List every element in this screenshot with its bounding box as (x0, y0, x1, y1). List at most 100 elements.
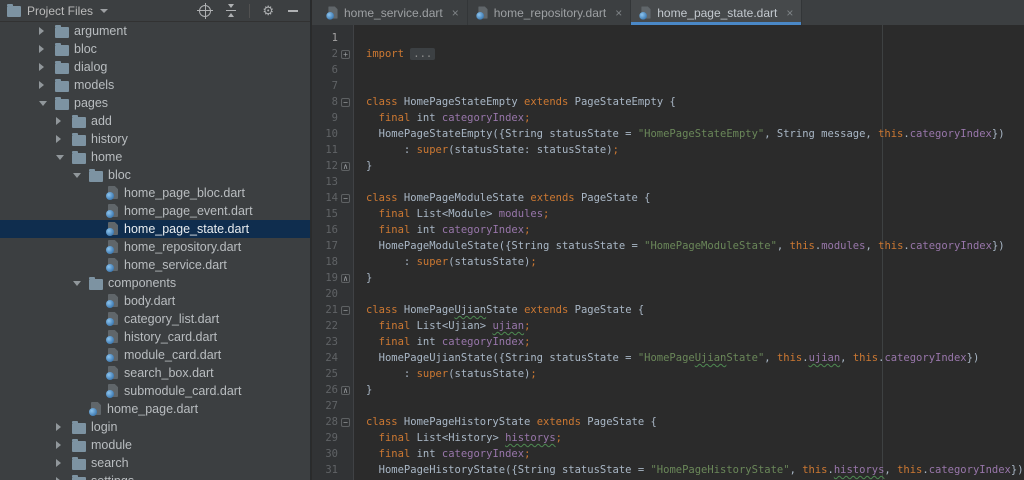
line-number: 30 (325, 448, 338, 460)
editor-tab-home_repository-dart[interactable]: home_repository.dart × (468, 0, 632, 25)
tree-item-home_page_event-dart[interactable]: home_page_event.dart (0, 202, 310, 220)
code-token: (statusState) (448, 368, 531, 380)
tree-item-module[interactable]: module (0, 436, 310, 454)
chevron-collapsed-icon[interactable] (39, 81, 44, 89)
tree-item-label: home_page_state.dart (124, 222, 250, 236)
fold-marker[interactable]: − (341, 97, 350, 107)
code-token: this (897, 464, 923, 476)
code-token: extends (530, 192, 575, 204)
chevron-expanded-icon[interactable] (73, 172, 81, 178)
dart-file-icon (106, 294, 119, 308)
line-number: 9 (331, 112, 338, 124)
fold-marker[interactable]: − (341, 193, 350, 203)
code-token: Ujian (454, 304, 487, 316)
tree-item-history_card-dart[interactable]: history_card.dart (0, 328, 310, 346)
tree-item-search_box-dart[interactable]: search_box.dart (0, 364, 310, 382)
tree-item-home[interactable]: home (0, 148, 310, 166)
chevron-collapsed-icon[interactable] (39, 45, 44, 53)
chevron-collapsed-icon[interactable] (39, 63, 44, 71)
tree-item-label: submodule_card.dart (124, 384, 242, 398)
tree-item-module_card-dart[interactable]: module_card.dart (0, 346, 310, 364)
tree-item-home_repository-dart[interactable]: home_repository.dart (0, 238, 310, 256)
locate-icon[interactable] (197, 2, 214, 19)
fold-marker[interactable]: ∧ (341, 161, 350, 171)
tree-item-label: argument (74, 24, 127, 38)
chevron-expanded-icon[interactable] (56, 154, 64, 160)
tree-item-history[interactable]: history (0, 130, 310, 148)
fold-marker[interactable]: ∧ (341, 385, 350, 395)
tree-item-category_list-dart[interactable]: category_list.dart (0, 310, 310, 328)
editor-tab-home_page_state-dart[interactable]: home_page_state.dart × (631, 0, 803, 25)
tree-item-home_page-dart[interactable]: home_page.dart (0, 400, 310, 418)
line-number: 29 (325, 432, 338, 444)
tree-item-add[interactable]: add (0, 112, 310, 130)
folder-icon (7, 4, 21, 17)
chevron-collapsed-icon[interactable] (56, 117, 61, 125)
tree-item-models[interactable]: models (0, 76, 310, 94)
tree-item-settings[interactable]: settings (0, 472, 310, 480)
chevron-collapsed-icon[interactable] (56, 423, 61, 431)
tree-item-home_page_bloc-dart[interactable]: home_page_bloc.dart (0, 184, 310, 202)
tree-item-pages[interactable]: pages (0, 94, 310, 112)
fold-marker[interactable]: + (341, 49, 350, 59)
code-token: , String message, (764, 128, 879, 140)
expand-slot (39, 100, 55, 106)
chevron-collapsed-icon[interactable] (56, 135, 61, 143)
gutter-row: 30 (312, 446, 353, 462)
code-editor[interactable]: 1 2 +6 7 8−9 10 11 12 ∧ 13 14−15 16 17 18 19 ∧ 20 21−22 23… (312, 25, 1024, 480)
chevron-collapsed-icon[interactable] (56, 459, 61, 467)
tree-item-submodule_card-dart[interactable]: submodule_card.dart (0, 382, 310, 400)
code-token: int (410, 224, 442, 236)
tree-item-home_page_state-dart[interactable]: home_page_state.dart (0, 220, 310, 238)
code-token: int (410, 336, 442, 348)
tree-item-search[interactable]: search (0, 454, 310, 472)
code-line: : super(statusState: statusState); (366, 142, 1024, 158)
close-icon[interactable]: × (452, 7, 459, 19)
code-token: final (378, 448, 411, 460)
chevron-collapsed-icon[interactable] (39, 27, 44, 35)
dart-file-icon (106, 366, 119, 380)
tree-item-label: settings (91, 474, 134, 480)
gutter-row: 13 (312, 174, 353, 190)
fold-marker[interactable]: − (341, 305, 350, 315)
tree-item-argument[interactable]: argument (0, 22, 310, 40)
code-token: ujian (492, 320, 525, 332)
gutter-row: 25 (312, 366, 353, 382)
hide-panel-icon[interactable] (288, 9, 298, 12)
close-icon[interactable]: × (615, 7, 622, 19)
code-token: ; (524, 448, 531, 460)
folder-icon (55, 24, 69, 38)
expand-slot (56, 423, 72, 431)
code-token: HomePageStateEmpty (397, 96, 525, 108)
folder-icon (72, 456, 86, 470)
tree-item-dialog[interactable]: dialog (0, 58, 310, 76)
collapse-all-icon[interactable] (225, 4, 237, 17)
tree-item-components[interactable]: components (0, 274, 310, 292)
tree-item-login[interactable]: login (0, 418, 310, 436)
tree-item-bloc[interactable]: bloc (0, 166, 310, 184)
code-token: PageStateEmpty { (568, 96, 676, 108)
chevron-down-icon[interactable] (100, 8, 109, 13)
line-number: 24 (325, 352, 338, 364)
project-view-title[interactable]: Project Files (27, 4, 93, 18)
chevron-expanded-icon[interactable] (39, 100, 47, 106)
code-area[interactable]: import ... class HomePageStateEmpty exten… (354, 25, 1024, 480)
chevron-collapsed-icon[interactable] (56, 441, 61, 449)
expand-slot (56, 441, 72, 449)
editor-tab-home_service-dart[interactable]: home_service.dart × (318, 0, 468, 25)
fold-marker[interactable]: ∧ (341, 273, 350, 283)
tree-item-body-dart[interactable]: body.dart (0, 292, 310, 310)
tree-item-label: search (91, 456, 129, 470)
line-number: 27 (325, 400, 338, 412)
code-token: categoryIndex (909, 128, 992, 140)
tree-item-bloc[interactable]: bloc (0, 40, 310, 58)
code-token: categoryIndex (884, 352, 967, 364)
fold-marker[interactable]: − (341, 417, 350, 427)
close-icon[interactable]: × (786, 7, 793, 19)
tree-item-home_service-dart[interactable]: home_service.dart (0, 256, 310, 274)
gear-icon[interactable]: ⚙ (262, 4, 274, 17)
code-token: } (366, 272, 373, 284)
chevron-expanded-icon[interactable] (73, 280, 81, 286)
